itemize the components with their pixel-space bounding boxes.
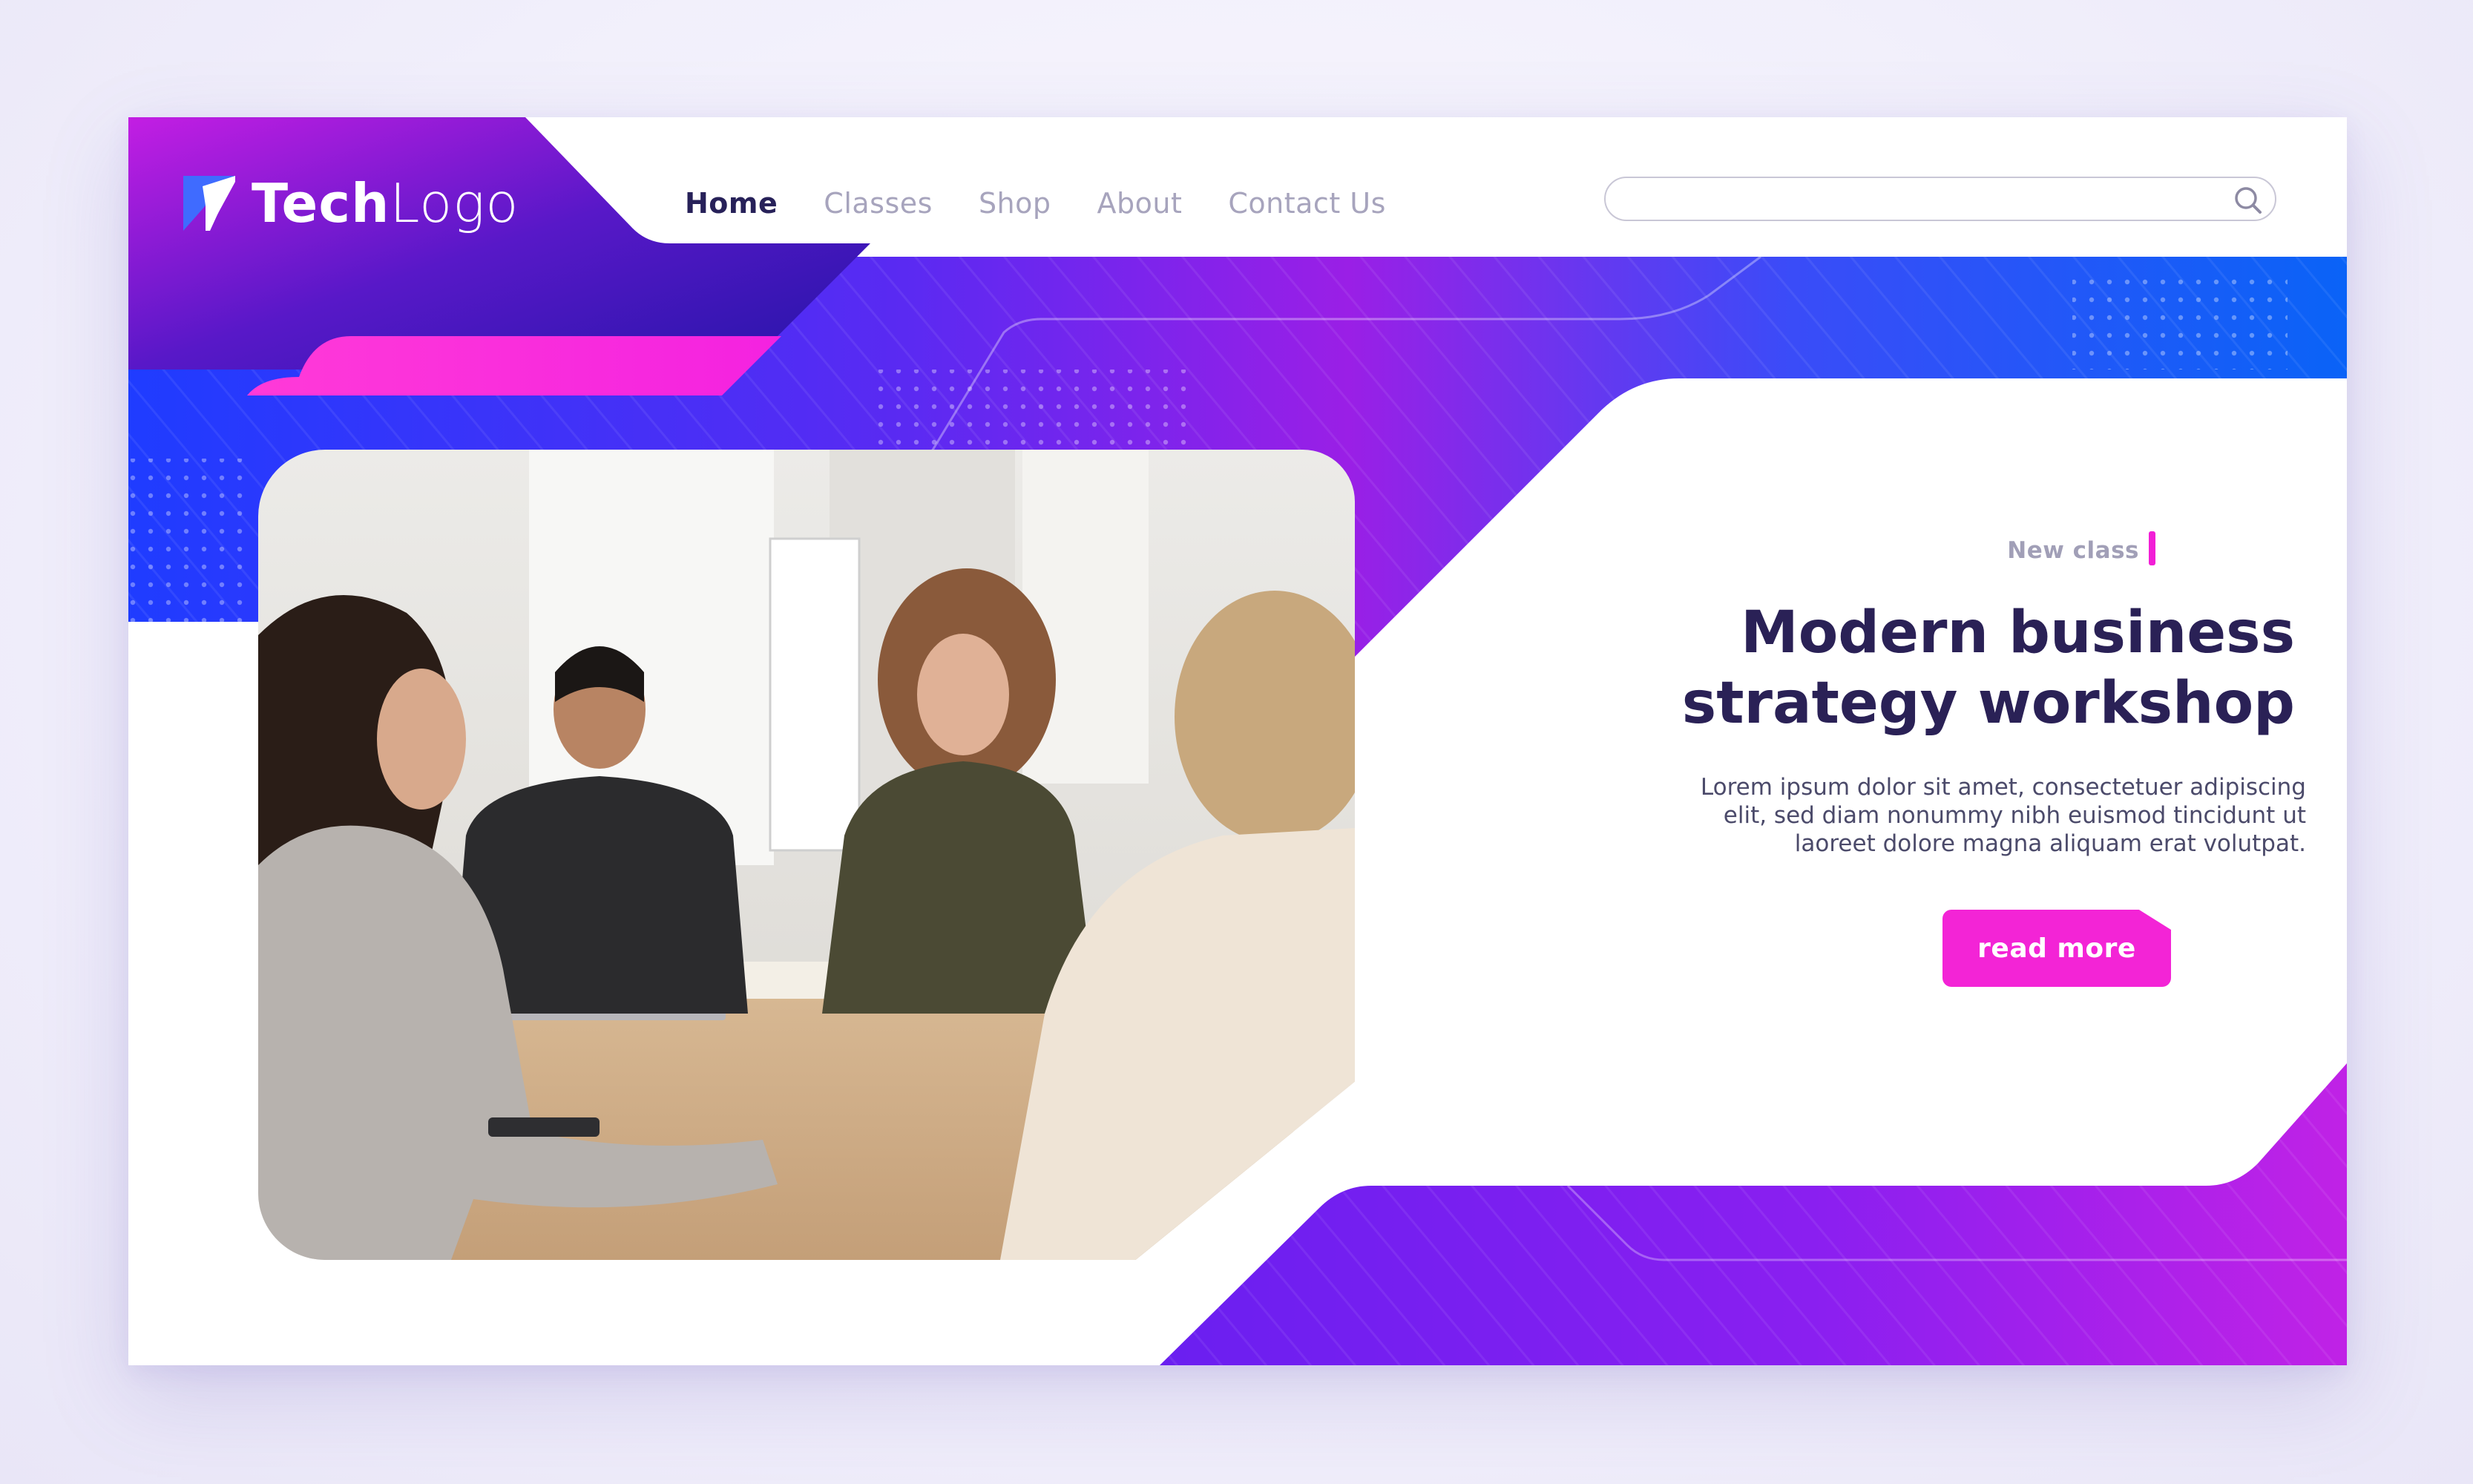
- new-class-tag: New class: [2007, 537, 2139, 564]
- search-icon[interactable]: [2232, 184, 2265, 217]
- nav-item-about[interactable]: About: [1097, 187, 1183, 220]
- hero-title: Modern business strategy workshop: [1523, 598, 2295, 739]
- hero-title-line-1: Modern business: [1741, 600, 2295, 666]
- nav-item-contact-us[interactable]: Contact Us: [1228, 187, 1386, 220]
- hero-description: Lorem ipsum dolor sit amet, consectetuer…: [1538, 773, 2306, 858]
- tech-logo[interactable]: TechLogo: [183, 166, 519, 240]
- logo-arrow-icon: [183, 176, 235, 231]
- search-bar[interactable]: [1604, 177, 2276, 221]
- nav-item-classes[interactable]: Classes: [824, 187, 933, 220]
- landing-page-card: TechLogo Home Classes Shop About Contact…: [128, 117, 2347, 1365]
- search-input[interactable]: [1623, 183, 2205, 217]
- hero-description-line-1: Lorem ipsum dolor sit amet, consectetuer…: [1700, 774, 2306, 801]
- hero-photo-meeting: [258, 450, 1355, 1260]
- logo-wordmark: TechLogo: [252, 172, 519, 234]
- nav-item-home[interactable]: Home: [685, 187, 778, 220]
- hero-description-line-2: elit, sed diam nonummy nibh euismod tinc…: [1723, 802, 2306, 829]
- hero-description-line-3: laoreet dolore magna aliquam erat volutp…: [1794, 830, 2306, 857]
- read-more-button[interactable]: read more: [1942, 910, 2171, 987]
- nav-item-shop[interactable]: Shop: [979, 187, 1051, 220]
- main-nav: Home Classes Shop About Contact Us: [685, 180, 1432, 227]
- hero-title-line-2: strategy workshop: [1681, 670, 2295, 737]
- tag-accent-bar: [2149, 531, 2155, 565]
